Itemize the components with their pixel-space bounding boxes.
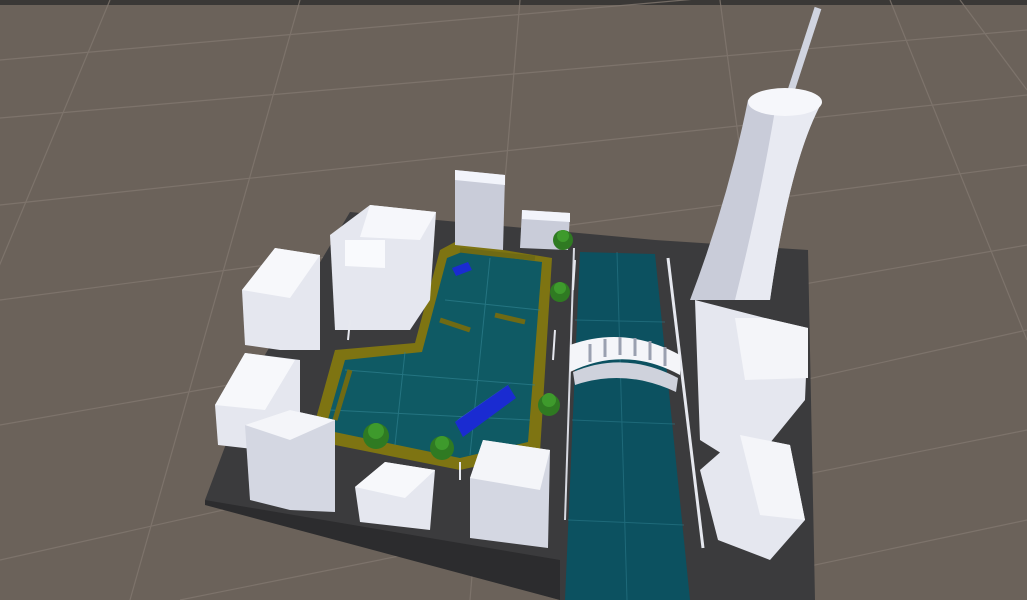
- tree: [430, 436, 454, 460]
- tower-antenna: [784, 6, 822, 102]
- scene-canvas[interactable]: [0, 0, 1027, 600]
- tree: [553, 230, 573, 250]
- building[interactable]: [455, 170, 505, 250]
- building[interactable]: [245, 410, 335, 512]
- scene-viewport[interactable]: [0, 0, 1027, 600]
- tree: [550, 282, 570, 302]
- building[interactable]: [330, 205, 436, 330]
- tree: [363, 423, 389, 449]
- building[interactable]: [242, 248, 320, 350]
- building[interactable]: [470, 440, 550, 548]
